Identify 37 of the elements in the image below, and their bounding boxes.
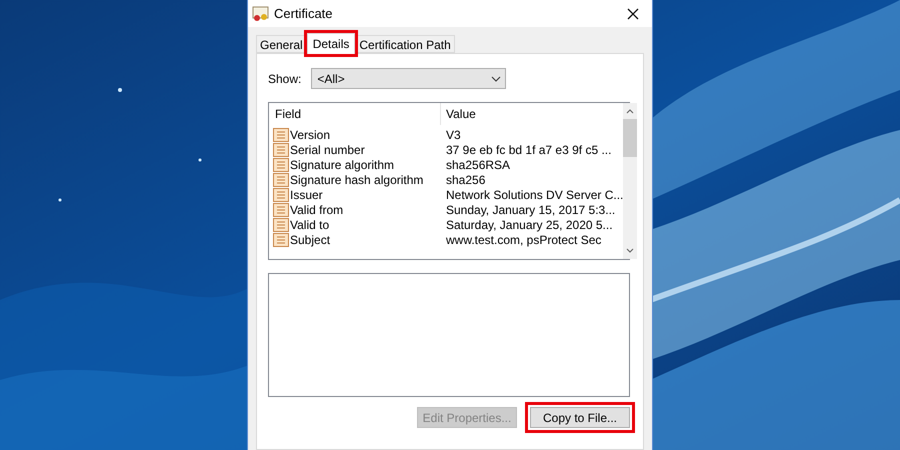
document-icon xyxy=(273,142,289,156)
tab[interactable]: General xyxy=(256,35,307,53)
show-dropdown[interactable]: <All> xyxy=(311,68,506,89)
scrollbar-thumb[interactable] xyxy=(623,119,638,157)
column-header[interactable]: Field xyxy=(269,103,441,125)
document-icon xyxy=(273,232,289,246)
document-icon xyxy=(273,202,289,216)
tab[interactable]: Certification Path xyxy=(355,35,455,53)
table-cell-text: Saturday, January 25, 2020 5... xyxy=(445,216,613,234)
document-icon xyxy=(273,158,289,172)
table-cell-text: Valid to xyxy=(290,216,330,234)
table-cell-text: sha256RSA xyxy=(445,156,510,174)
table-cell-text: Serial number xyxy=(290,142,365,158)
document-icon xyxy=(273,218,289,232)
table-cell-text: 37 9e eb fc bd 1f a7 e3 9f c5 ... xyxy=(445,142,612,158)
scrollbar[interactable] xyxy=(623,103,638,259)
table-cell-text: sha256 xyxy=(445,172,486,188)
table-cell-text: Valid from xyxy=(290,202,344,218)
table-cell-text: Issuer xyxy=(290,186,323,204)
document-icon xyxy=(273,128,289,142)
document-icon xyxy=(273,188,289,202)
table-cell-text: Sunday, January 15, 2017 5:3... xyxy=(445,202,616,218)
tab[interactable]: Details xyxy=(306,33,356,54)
window-title: Certificate xyxy=(274,4,333,23)
chevron-down-icon xyxy=(491,76,502,82)
document-icon xyxy=(273,172,289,186)
certificate-icon xyxy=(252,6,270,22)
dialog-button[interactable]: Copy to File... xyxy=(530,407,630,428)
table-cell-text: Network Solutions DV Server C... xyxy=(445,186,624,204)
table-cell-text: V3 xyxy=(445,126,461,144)
table-cell-text: Subject xyxy=(290,232,330,248)
table-cell-text: Version xyxy=(290,126,330,144)
table-cell-text: Signature hash algorithm xyxy=(290,172,424,188)
table-cell-text: www.test.com, psProtect Sec xyxy=(445,232,602,248)
show-label: Show: xyxy=(268,70,302,88)
column-header[interactable]: Value xyxy=(441,105,476,123)
table-cell-text: Signature algorithm xyxy=(290,156,394,174)
